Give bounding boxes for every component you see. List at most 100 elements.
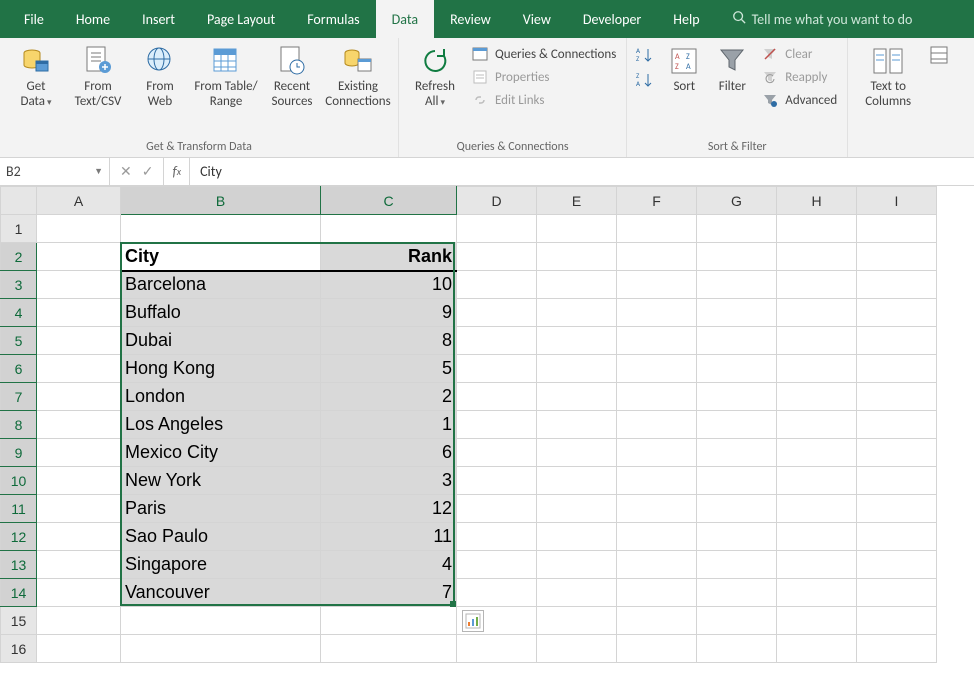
cell-H4[interactable]: [777, 299, 857, 327]
cell-F10[interactable]: [617, 467, 697, 495]
cell-C3[interactable]: 10: [321, 271, 457, 299]
col-header-C[interactable]: C: [321, 187, 457, 215]
cell-D16[interactable]: [457, 635, 537, 663]
cell-C12[interactable]: 11: [321, 523, 457, 551]
cell-D1[interactable]: [457, 215, 537, 243]
cell-A6[interactable]: [37, 355, 121, 383]
row-header-14[interactable]: 14: [1, 579, 37, 607]
cell-D4[interactable]: [457, 299, 537, 327]
cell-B7[interactable]: London: [121, 383, 321, 411]
cell-H12[interactable]: [777, 523, 857, 551]
cell-D9[interactable]: [457, 439, 537, 467]
cell-B6[interactable]: Hong Kong: [121, 355, 321, 383]
cell-D6[interactable]: [457, 355, 537, 383]
cell-E15[interactable]: [537, 607, 617, 635]
col-header-G[interactable]: G: [697, 187, 777, 215]
cell-I6[interactable]: [857, 355, 937, 383]
enter-formula-icon[interactable]: ✓: [142, 163, 154, 180]
cell-B4[interactable]: Buffalo: [121, 299, 321, 327]
row-header-10[interactable]: 10: [1, 467, 37, 495]
cell-H8[interactable]: [777, 411, 857, 439]
row-header-12[interactable]: 12: [1, 523, 37, 551]
cell-H7[interactable]: [777, 383, 857, 411]
cell-C15[interactable]: [321, 607, 457, 635]
cell-E4[interactable]: [537, 299, 617, 327]
cell-I1[interactable]: [857, 215, 937, 243]
cell-G2[interactable]: [697, 243, 777, 271]
cell-C9[interactable]: 6: [321, 439, 457, 467]
cell-B14[interactable]: Vancouver: [121, 579, 321, 607]
cell-E10[interactable]: [537, 467, 617, 495]
row-header-13[interactable]: 13: [1, 551, 37, 579]
tab-page-layout[interactable]: Page Layout: [191, 0, 291, 38]
cell-I15[interactable]: [857, 607, 937, 635]
cell-H1[interactable]: [777, 215, 857, 243]
from-web-button[interactable]: From Web: [130, 42, 190, 110]
cell-F14[interactable]: [617, 579, 697, 607]
cell-E5[interactable]: [537, 327, 617, 355]
col-header-B[interactable]: B: [121, 187, 321, 215]
cell-G16[interactable]: [697, 635, 777, 663]
cell-A1[interactable]: [37, 215, 121, 243]
cell-G11[interactable]: [697, 495, 777, 523]
cell-D5[interactable]: [457, 327, 537, 355]
cell-G14[interactable]: [697, 579, 777, 607]
cell-F13[interactable]: [617, 551, 697, 579]
cell-C2[interactable]: Rank: [321, 243, 457, 271]
cell-G8[interactable]: [697, 411, 777, 439]
cell-B9[interactable]: Mexico City: [121, 439, 321, 467]
row-header-1[interactable]: 1: [1, 215, 37, 243]
col-header-H[interactable]: H: [777, 187, 857, 215]
cell-F5[interactable]: [617, 327, 697, 355]
cell-D2[interactable]: [457, 243, 537, 271]
cell-B1[interactable]: [121, 215, 321, 243]
cell-C8[interactable]: 1: [321, 411, 457, 439]
tab-home[interactable]: Home: [60, 0, 126, 38]
cell-E7[interactable]: [537, 383, 617, 411]
cell-G10[interactable]: [697, 467, 777, 495]
row-header-15[interactable]: 15: [1, 607, 37, 635]
cell-C4[interactable]: 9: [321, 299, 457, 327]
cell-C7[interactable]: 2: [321, 383, 457, 411]
row-header-16[interactable]: 16: [1, 635, 37, 663]
recent-sources-button[interactable]: Recent Sources: [262, 42, 322, 110]
cell-F7[interactable]: [617, 383, 697, 411]
row-header-5[interactable]: 5: [1, 327, 37, 355]
name-box[interactable]: B2 ▼: [0, 158, 110, 185]
tab-view[interactable]: View: [507, 0, 567, 38]
cell-G9[interactable]: [697, 439, 777, 467]
cell-A16[interactable]: [37, 635, 121, 663]
cell-H5[interactable]: [777, 327, 857, 355]
col-header-D[interactable]: D: [457, 187, 537, 215]
cell-F8[interactable]: [617, 411, 697, 439]
cell-G5[interactable]: [697, 327, 777, 355]
row-header-11[interactable]: 11: [1, 495, 37, 523]
col-header-F[interactable]: F: [617, 187, 697, 215]
cell-H13[interactable]: [777, 551, 857, 579]
tab-insert[interactable]: Insert: [126, 0, 191, 38]
edit-links-button[interactable]: Edit Links: [467, 90, 620, 110]
cell-G4[interactable]: [697, 299, 777, 327]
cell-H15[interactable]: [777, 607, 857, 635]
cell-B3[interactable]: Barcelona: [121, 271, 321, 299]
cell-G13[interactable]: [697, 551, 777, 579]
properties-button[interactable]: Properties: [467, 67, 620, 87]
text-to-columns-button[interactable]: Text to Columns: [854, 42, 922, 110]
worksheet-grid[interactable]: ABCDEFGHI12CityRank3Barcelona104Buffalo9…: [0, 186, 974, 663]
cell-C14[interactable]: 7: [321, 579, 457, 607]
row-header-3[interactable]: 3: [1, 271, 37, 299]
cell-I3[interactable]: [857, 271, 937, 299]
cell-F4[interactable]: [617, 299, 697, 327]
cell-B12[interactable]: Sao Paulo: [121, 523, 321, 551]
cell-A11[interactable]: [37, 495, 121, 523]
tab-review[interactable]: Review: [434, 0, 507, 38]
cell-H14[interactable]: [777, 579, 857, 607]
cell-G7[interactable]: [697, 383, 777, 411]
cell-B13[interactable]: Singapore: [121, 551, 321, 579]
cell-E14[interactable]: [537, 579, 617, 607]
cell-I10[interactable]: [857, 467, 937, 495]
cell-A13[interactable]: [37, 551, 121, 579]
cell-E11[interactable]: [537, 495, 617, 523]
formula-input[interactable]: City: [190, 163, 232, 180]
cell-E6[interactable]: [537, 355, 617, 383]
